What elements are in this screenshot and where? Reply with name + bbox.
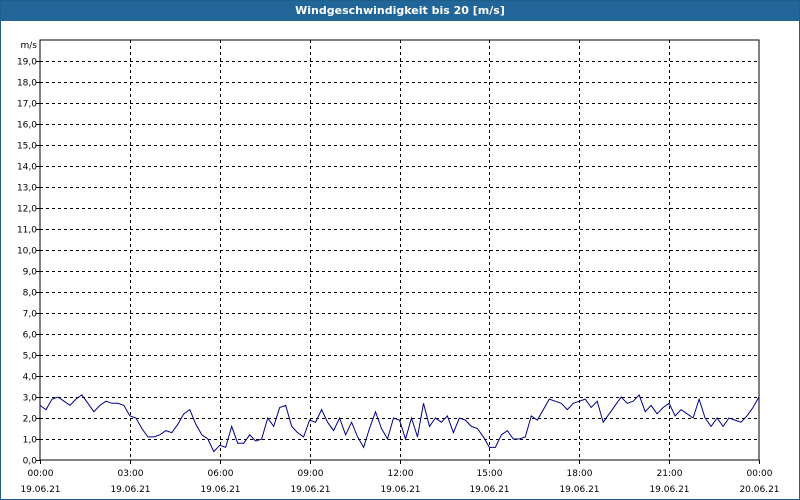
- y-tick-label: 5,0: [23, 352, 38, 362]
- y-tick-label: 0,0: [23, 457, 38, 467]
- x-tick-label-date: 19.06.21: [469, 485, 509, 495]
- y-tick-label: 13,0: [17, 184, 37, 194]
- x-tick-label-time: 09:00: [298, 469, 324, 479]
- plot-area: [39, 39, 760, 461]
- x-tick-label-time: 15:00: [477, 469, 503, 479]
- y-axis-label: m/s: [21, 41, 38, 51]
- y-tick-label: 6,0: [23, 331, 38, 341]
- x-tick-label-time: 00:00: [747, 469, 773, 479]
- y-tick-label: 16,0: [17, 121, 37, 131]
- x-tick-label-time: 00:00: [28, 469, 54, 479]
- x-tick-label-time: 21:00: [657, 469, 683, 479]
- x-tick-label-date: 19.06.21: [649, 485, 689, 495]
- x-tick-label-date: 19.06.21: [200, 485, 240, 495]
- y-tick-label: 14,0: [17, 163, 37, 173]
- x-tick-label-time: 12:00: [388, 469, 414, 479]
- x-tick-label-date: 20.06.21: [739, 485, 779, 495]
- x-tick-label-date: 19.06.21: [559, 485, 599, 495]
- y-tick-label: 7,0: [23, 310, 38, 320]
- y-tick-label: 15,0: [17, 142, 37, 152]
- wind-speed-chart: 0,0 1,0 2,0 3,0 4,0 5,0 6,0 7,0 8,0 9,0 10,0 11,0 12…: [17, 39, 780, 495]
- y-tick-label: 18,0: [17, 79, 37, 89]
- x-tick-label-time: 18:00: [567, 469, 593, 479]
- y-tick-label: 17,0: [17, 100, 37, 110]
- y-tick-label: 11,0: [17, 226, 37, 236]
- y-tick-label: 9,0: [23, 268, 38, 278]
- x-tick-label-time: 03:00: [118, 469, 144, 479]
- y-tick-label: 19,0: [17, 58, 37, 68]
- x-tick-label-time: 06:00: [208, 469, 234, 479]
- y-tick-label: 1,0: [23, 436, 38, 446]
- y-tick-label: 4,0: [23, 373, 38, 383]
- y-tick-label: 3,0: [23, 394, 38, 404]
- x-tick-label-date: 19.06.21: [380, 485, 420, 495]
- x-tick-label-date: 19.06.21: [290, 485, 330, 495]
- y-tick-label: 12,0: [17, 205, 37, 215]
- x-tick-label-date: 19.06.21: [20, 485, 60, 495]
- x-tick-label-date: 19.06.21: [110, 485, 150, 495]
- y-tick-label: 2,0: [23, 415, 38, 425]
- y-tick-label: 10,0: [17, 247, 37, 257]
- y-tick-label: 8,0: [23, 289, 38, 299]
